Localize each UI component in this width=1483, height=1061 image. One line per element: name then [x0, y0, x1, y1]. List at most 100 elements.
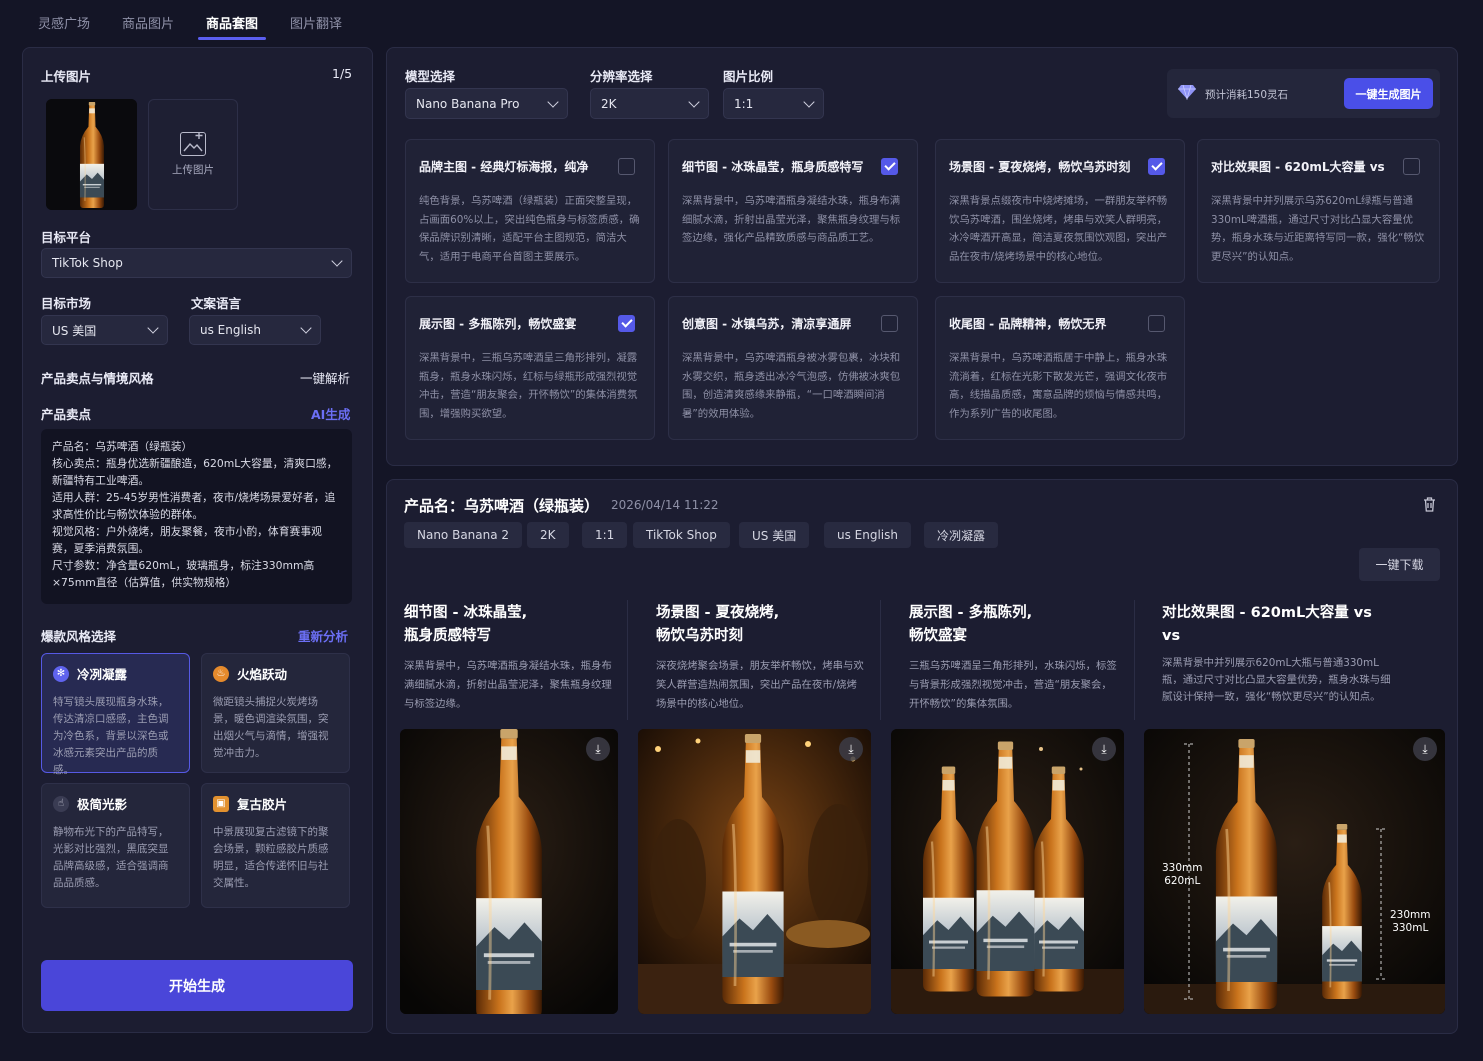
option-card[interactable]: 对比效果图 - 620mL大容量 vs 深黑背景中并列展示乌苏620mL绿瓶与普…: [1197, 139, 1440, 283]
res-value: 2K: [601, 96, 617, 111]
style-card-cold[interactable]: ✻ 冷冽凝露 特写镜头展现瓶身水珠，传达清凉口感感，主色调为冷色系，背景以深色或冰…: [41, 653, 190, 776]
selling-style-label: 产品卖点与情境风格: [41, 371, 154, 386]
product-title: 产品名：乌苏啤酒（绿瓶装）: [404, 497, 600, 515]
style-card-retro[interactable]: ▣ 复古胶片 中景展现复古滤镜下的聚会场景，颗粒感胶片质感明显，适合传递怀旧与社交…: [201, 783, 350, 908]
parse-link[interactable]: 一键解析: [300, 368, 350, 387]
result-column-title: 场景图 - 夏夜烧烤, 畅饮乌苏时刻: [656, 602, 779, 648]
download-icon[interactable]: ⤓: [1413, 737, 1437, 761]
option-checkbox[interactable]: [1148, 315, 1165, 332]
option-title: 展示图 - 多瓶陈列，畅饮盛宴: [419, 317, 577, 331]
platform-select[interactable]: TikTok Shop: [41, 248, 352, 278]
download-icon[interactable]: ⤓: [839, 737, 863, 761]
model-value: Nano Banana Pro: [416, 96, 520, 111]
result-date: 2026/04/14 11:22: [611, 498, 719, 512]
option-title: 创意图 - 冰镇乌苏，清凉享通屏: [682, 317, 852, 331]
dim-left: 330mm 620mL: [1162, 862, 1203, 888]
option-card[interactable]: 品牌主图 - 经典灯标海报，纯净 纯色背景，乌苏啤酒（绿瓶装）正面突整呈现，占画…: [405, 139, 655, 283]
reanalyze-link[interactable]: 重新分析: [298, 626, 348, 645]
option-desc: 纯色背景，乌苏啤酒（绿瓶装）正面突整呈现，占画面60%以上，突出纯色瓶身与标签质…: [419, 195, 640, 263]
market-select[interactable]: US 美国: [41, 315, 168, 345]
option-title: 对比效果图 - 620mL大容量 vs: [1211, 160, 1385, 174]
download-all-button[interactable]: 一键下载: [1359, 548, 1440, 581]
bottle-image: [46, 99, 137, 210]
film-icon: ▣: [213, 795, 229, 812]
title-line: vs: [1162, 628, 1181, 644]
chevron-down-icon: [803, 95, 815, 108]
option-desc: 深黑背景点缀夜市中烧烤摊场，一群朋友举杯畅饮乌苏啤酒，围坐烧烤，烤串与欢笑人群明…: [949, 195, 1168, 263]
chip-language: us English: [824, 522, 912, 548]
option-card[interactable]: 展示图 - 多瓶陈列，畅饮盛宴 深黑背景中，三瓶乌苏啤酒呈三角形排列，凝露瓶身，…: [405, 296, 655, 440]
option-checkbox[interactable]: [1403, 158, 1420, 175]
style-card-flame[interactable]: ♨ 火焰跃动 微距镜头捕捉火炭烤场景，暖色调渲染氛围，突出烟火气与滴情，增强视觉冲…: [201, 653, 350, 773]
column-divider: [880, 600, 881, 720]
title-line: 畅饮乌苏时刻: [656, 628, 743, 644]
chevron-down-icon: [688, 95, 700, 108]
download-icon[interactable]: ⤓: [1092, 737, 1116, 761]
add-image-icon: [180, 132, 206, 156]
title-line: 瓶身质感特写: [404, 628, 491, 644]
dim-height: 330mm: [1162, 862, 1203, 874]
res-label: 分辨率选择: [590, 69, 653, 84]
download-icon[interactable]: ⤓: [586, 737, 610, 761]
option-checkbox[interactable]: [881, 158, 898, 175]
option-desc: 深黑背景中，乌苏啤酒瓶身凝结水珠，瓶身布满细腻水滴，折射出晶莹光泽，聚焦瓶身纹理…: [682, 195, 901, 244]
resolution-select[interactable]: 2K: [590, 88, 709, 119]
result-image-display[interactable]: ⤓: [891, 729, 1124, 1014]
style-card-minimal[interactable]: ☝ 极简光影 静物布光下的产品特写，光影对比强烈，黑底突显品牌高级感，适合强调商品…: [41, 783, 190, 908]
result-image-detail[interactable]: ⤓: [400, 729, 618, 1014]
style-title: 冷冽凝露: [77, 667, 128, 682]
dim-right: 230mm 330mL: [1390, 909, 1431, 935]
title-line: 畅饮盛宴: [909, 628, 967, 644]
chevron-down-icon: [147, 322, 159, 334]
option-card[interactable]: 收尾图 - 品牌精神，畅饮无界 深黑背景中，乌苏啤酒瓶居于中静上，瓶身水珠流淌着…: [935, 296, 1185, 440]
result-column-desc: 深夜烧烤聚会场景，朋友举杯畅饮，烤串与欢笑人群营造热闹氛围，突出产品在夜市/烧烤…: [656, 660, 864, 710]
tab-inspiration[interactable]: 灵感广场: [22, 0, 106, 40]
option-desc: 深黑背景中，乌苏啤酒瓶居于中静上，瓶身水珠流淌着，红标在光影下散发光芒，强调文化…: [949, 352, 1168, 420]
tab-product-set[interactable]: 商品套图: [190, 0, 274, 40]
flame-icon: ♨: [213, 665, 229, 682]
trash-icon[interactable]: [1423, 497, 1436, 512]
uploaded-thumbnail[interactable]: [46, 99, 137, 210]
chip-model: Nano Banana 2: [404, 522, 523, 548]
option-title: 收尾图 - 品牌精神，畅饮无界: [949, 317, 1107, 331]
option-card[interactable]: 细节图 - 冰珠晶莹，瓶身质感特写 深黑背景中，乌苏啤酒瓶身凝结水珠，瓶身布满细…: [668, 139, 918, 283]
tab-image-translate[interactable]: 图片翻译: [274, 0, 358, 40]
result-image-scene[interactable]: ⤓: [638, 729, 871, 1014]
option-checkbox[interactable]: [881, 315, 898, 332]
lang-select[interactable]: us English: [189, 315, 321, 345]
style-desc: 特写镜头展现瓶身水珠，传达清凉口感感，主色调为冷色系，背景以深色或冰感元素突出产…: [53, 696, 169, 776]
option-checkbox[interactable]: [618, 158, 635, 175]
chip-style: 冷冽凝露: [924, 522, 999, 548]
result-image-comparison[interactable]: 330mm 620mL 230mm 330mL ⤓: [1144, 729, 1445, 1014]
one-click-generate-button[interactable]: 一键生成图片: [1344, 78, 1433, 109]
ai-generate-link[interactable]: AI生成: [311, 404, 350, 423]
option-checkbox[interactable]: [618, 315, 635, 332]
title-line: 场景图 - 夏夜烧烤,: [656, 605, 780, 621]
option-card[interactable]: 创意图 - 冰镇乌苏，清凉享通屏 深黑背景中，乌苏啤酒瓶身被冰雾包裹，冰块和水雾…: [668, 296, 918, 440]
style-desc: 静物布光下的产品特写，光影对比强烈，黑底突显品牌高级感，适合强调商品品质感。: [53, 826, 169, 889]
option-checkbox[interactable]: [1148, 158, 1165, 175]
option-desc: 深黑背景中并列展示乌苏620mL绿瓶与普通330mL啤酒瓶，通过尺寸对比凸显大容…: [1211, 195, 1425, 263]
start-generate-button[interactable]: 开始生成: [41, 960, 353, 1011]
ratio-select[interactable]: 1:1: [723, 88, 824, 119]
selling-points-textarea[interactable]: 产品名：乌苏啤酒（绿瓶装） 核心卖点：瓶身优选新疆酿造，620mL大容量，清爽口…: [41, 429, 352, 604]
option-title: 品牌主图 - 经典灯标海报，纯净: [419, 160, 589, 174]
result-column-title: 展示图 - 多瓶陈列, 畅饮盛宴: [909, 602, 1032, 648]
diamond-icon: [1178, 84, 1196, 100]
option-card[interactable]: 场景图 - 夏夜烧烤，畅饮乌苏时刻 深黑背景点缀夜市中烧烤摊场，一群朋友举杯畅饮…: [935, 139, 1185, 283]
style-label: 爆款风格选择: [41, 629, 117, 644]
upload-count: 1/5: [332, 66, 353, 81]
ratio-value: 1:1: [734, 96, 754, 111]
market-label: 目标市场: [41, 296, 92, 311]
tab-product-image[interactable]: 商品图片: [106, 0, 190, 40]
option-title: 场景图 - 夏夜烧烤，畅饮乌苏时刻: [949, 160, 1131, 174]
platform-value: TikTok Shop: [52, 256, 123, 270]
dim-height: 230mm: [1390, 909, 1431, 921]
ratio-label: 图片比例: [723, 69, 774, 84]
model-select[interactable]: Nano Banana Pro: [405, 88, 568, 119]
result-column-desc: 深黑背景中，乌苏啤酒瓶身凝结水珠，瓶身布满细腻水滴，折射出晶莹泥泽，聚焦瓶身纹理…: [404, 660, 612, 710]
upload-image-button[interactable]: 上传图片: [148, 99, 238, 210]
title-line: 细节图 - 冰珠晶莹,: [404, 605, 528, 621]
chip-platform: TikTok Shop: [633, 522, 730, 548]
chevron-down-icon: [331, 255, 343, 267]
